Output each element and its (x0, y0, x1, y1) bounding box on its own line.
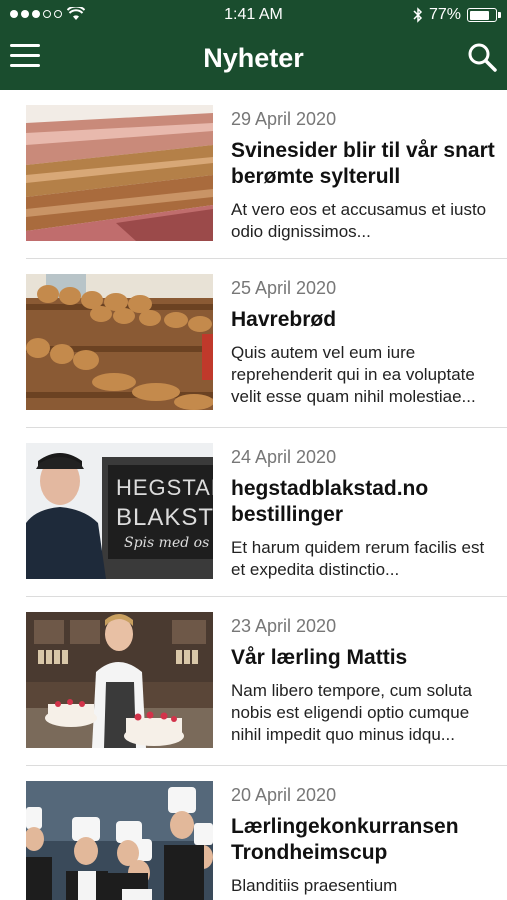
news-title: hegstadblakstad.no bestillinger (231, 477, 429, 526)
news-excerpt: At vero eos et accusamus et iusto odio d… (231, 200, 487, 241)
news-thumbnail (26, 781, 213, 900)
page-title: Nyheter (203, 43, 304, 73)
news-excerpt: Et harum quidem rerum facilis est et exp… (231, 538, 485, 579)
news-thumbnail: HEGSTAD BLAKST Spis med os (26, 443, 213, 579)
news-thumbnail (26, 105, 213, 241)
app-header: 1:41 AM 77% Nyheter (0, 0, 507, 90)
news-thumbnail (26, 612, 213, 748)
news-date: 20 April 2020 (231, 785, 337, 805)
news-excerpt: Blanditiis praesentium (231, 876, 398, 895)
news-excerpt: Nam libero tempore, cum soluta nobis est… (231, 681, 472, 744)
news-title: Lærlingekonkurransen Trondheimscup (231, 815, 459, 864)
news-text: 29 April 2020 Svinesider blir til vår sn… (231, 108, 497, 243)
news-title: Svinesider blir til vår snart berømte sy… (231, 139, 495, 188)
bluetooth-icon (413, 7, 423, 23)
news-item[interactable]: 29 April 2020 Svinesider blir til vår sn… (0, 90, 507, 259)
news-text: 24 April 2020 hegstadblakstad.no bestill… (231, 446, 497, 581)
news-date: 24 April 2020 (231, 447, 337, 467)
status-right: 77% (413, 6, 501, 24)
news-date: 25 April 2020 (231, 278, 337, 298)
news-text: 25 April 2020 Havrebrød Quis autem vel e… (231, 277, 497, 408)
news-date: 23 April 2020 (231, 616, 337, 636)
news-text: 20 April 2020 Lærlingekonkurransen Trond… (231, 784, 497, 897)
news-title: Havrebrød (231, 308, 337, 331)
battery-percent: 77% (428, 6, 461, 23)
news-excerpt: Quis autem vel eum iure reprehenderit qu… (231, 343, 476, 406)
search-icon[interactable] (467, 42, 497, 72)
news-item[interactable]: 20 April 2020 Lærlingekonkurransen Trond… (0, 766, 507, 900)
news-item[interactable]: 23 April 2020 Vår lærling Mattis Nam lib… (0, 597, 507, 766)
shop-sign-line-3: Spis med os (124, 535, 209, 551)
battery-level (469, 10, 489, 20)
news-text: 23 April 2020 Vår lærling Mattis Nam lib… (231, 615, 497, 746)
shop-sign-line-2: BLAKST (116, 504, 213, 531)
news-list: 29 April 2020 Svinesider blir til vår sn… (0, 90, 507, 900)
status-bar: 1:41 AM 77% (0, 0, 507, 30)
news-title: Vår lærling Mattis (231, 646, 408, 669)
news-item[interactable]: HEGSTAD BLAKST Spis med os 24 April 2020… (0, 428, 507, 597)
nav-bar: Nyheter (0, 30, 507, 90)
news-thumbnail (26, 274, 213, 410)
news-item[interactable]: 25 April 2020 Havrebrød Quis autem vel e… (0, 259, 507, 428)
news-date: 29 April 2020 (231, 109, 337, 129)
shop-sign-line-1: HEGSTAD (116, 475, 213, 500)
battery-icon (467, 8, 501, 22)
